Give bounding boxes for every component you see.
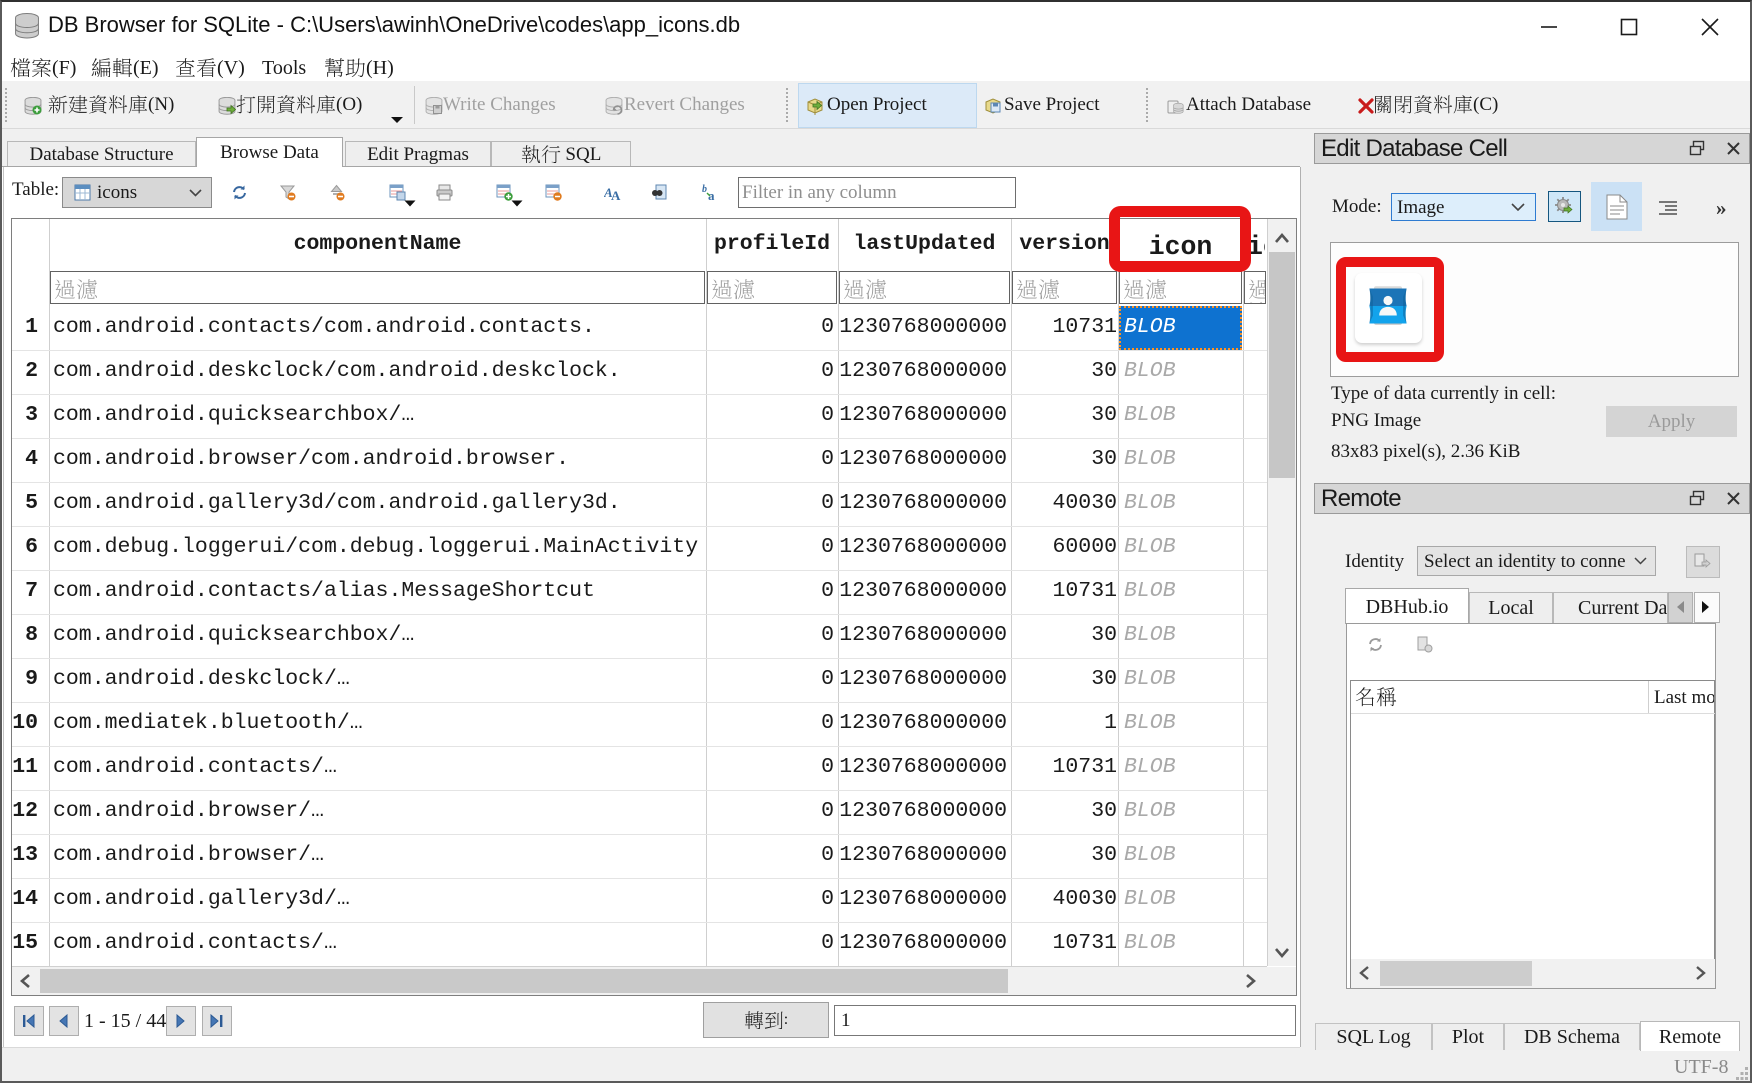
svg-text:A: A — [611, 188, 621, 201]
svg-text:b: b — [702, 184, 707, 195]
